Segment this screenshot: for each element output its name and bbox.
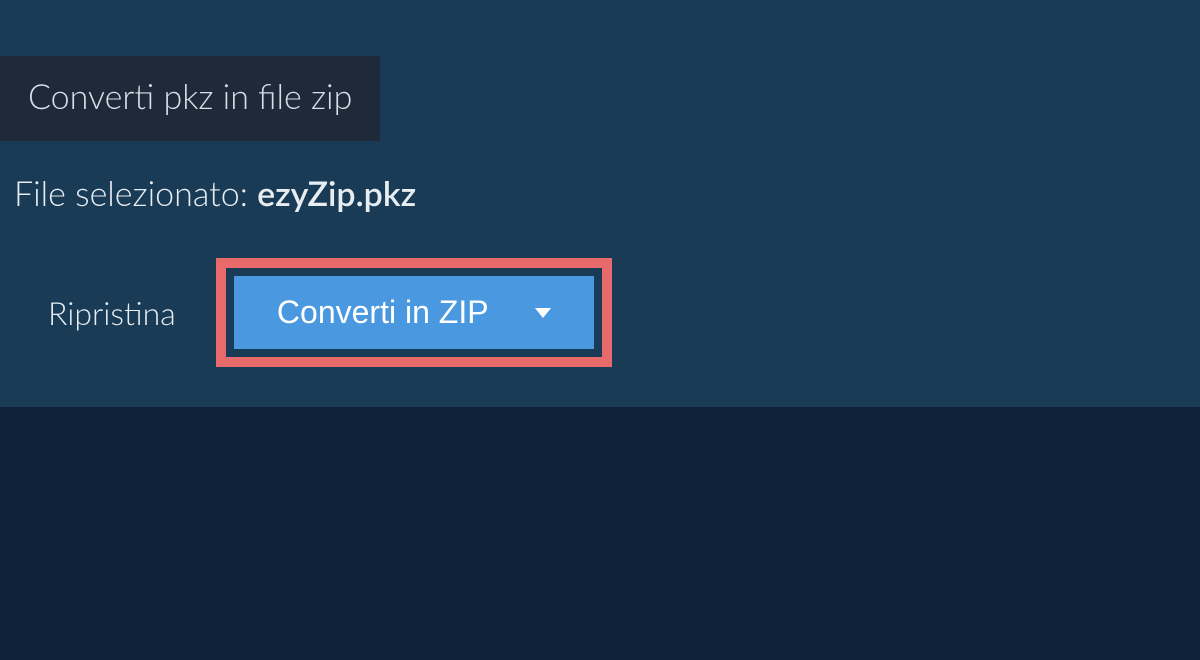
convert-to-zip-button[interactable]: Converti in ZIP xyxy=(234,276,594,349)
tab-convert-pkz-to-zip[interactable]: Converti pkz in file zip xyxy=(0,56,380,141)
dropdown-caret-icon xyxy=(535,308,551,318)
selected-file-info: File selezionato: ezyZip.pkz xyxy=(0,141,1200,214)
conversion-panel: Converti pkz in file zip File selezionat… xyxy=(0,0,1200,407)
actions-row: Ripristina Converti in ZIP xyxy=(0,214,1200,367)
selected-file-name: ezyZip.pkz xyxy=(257,173,416,214)
selected-file-prefix: File selezionato: xyxy=(14,173,257,214)
tab-label: Converti pkz in file zip xyxy=(28,76,352,117)
reset-button[interactable]: Ripristina xyxy=(48,293,176,332)
highlight-annotation: Converti in ZIP xyxy=(216,258,612,367)
convert-button-label: Converti in ZIP xyxy=(277,294,489,331)
